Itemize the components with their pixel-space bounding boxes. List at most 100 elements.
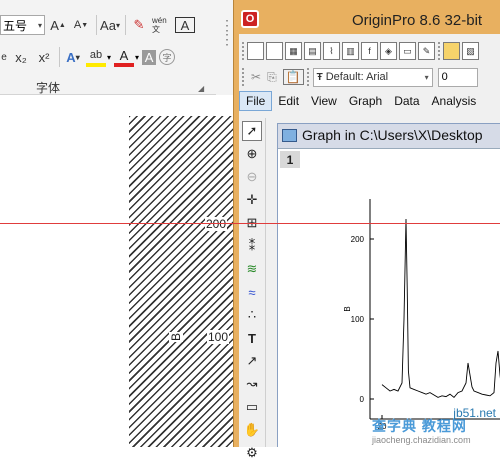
graph-titlebar[interactable]: Graph in C:\Users\X\Desktop <box>278 124 500 146</box>
superscript-label: x² <box>38 49 50 65</box>
new-workbook-icon[interactable]: ▦ <box>285 42 302 60</box>
new-folder-icon[interactable] <box>266 42 283 60</box>
toolbar-gripper[interactable] <box>242 68 245 86</box>
graph-window[interactable]: Graph in C:\Users\X\Desktop 1 0 100 200 20 B <box>277 123 500 448</box>
menu-view[interactable]: View <box>305 92 343 110</box>
new-layout-icon[interactable]: ▭ <box>399 42 416 60</box>
font-color-label: A <box>119 47 129 63</box>
dialog-launcher-icon[interactable]: ◢ <box>198 84 204 93</box>
menu-graph[interactable]: Graph <box>343 92 388 110</box>
menu-data[interactable]: Data <box>388 92 425 110</box>
character-shading-label: A <box>144 49 154 65</box>
font-size-combobox[interactable]: 0 <box>437 67 478 87</box>
origin-logo-icon: O <box>241 10 259 28</box>
graph-page[interactable]: 1 0 100 200 20 B <box>278 148 500 448</box>
font-size-dropdown[interactable]: 五号 ▾ <box>0 15 45 35</box>
shrink-font-button[interactable]: A ▼ <box>71 15 91 35</box>
ribbon-separator <box>216 0 233 95</box>
chevron-down-icon[interactable]: ▾ <box>107 53 111 62</box>
toolbar-gripper[interactable] <box>438 42 441 60</box>
paragraph-group-gripper: ⋮ ⋮ <box>220 17 234 47</box>
text-effect-button[interactable]: A ▾ <box>63 47 83 67</box>
divider <box>125 15 126 35</box>
phonetic-guide-button[interactable]: wén 文 <box>152 15 172 35</box>
scale-icon[interactable]: ⚙ <box>242 443 262 463</box>
toolbar-gripper[interactable] <box>306 68 310 86</box>
new-matrix-icon[interactable]: ▥ <box>342 42 359 60</box>
change-case-button[interactable]: Aa ▾ <box>100 15 120 35</box>
copy-icon[interactable]: ⎘ <box>267 70 277 85</box>
tools-toolbar: ➚ ⊕ ⊖ ✛ ⊞ ⁑ ≋ ≈ ∴ T ↗ ↝ ▭ ✋ ⚙ <box>239 118 266 460</box>
shrink-font-label: A <box>73 19 82 31</box>
new-function-icon[interactable]: f <box>361 42 378 60</box>
font-name-value: Default: Arial <box>325 71 389 83</box>
character-shading-button[interactable]: A <box>142 49 157 65</box>
new-notes-icon[interactable]: ✎ <box>418 42 435 60</box>
chevron-down-icon: ▾ <box>37 20 42 30</box>
y-tick-label: 100 <box>351 315 365 324</box>
font-name-combobox[interactable]: Ŧ Default: Arial ▾ <box>312 67 433 87</box>
open-template-icon[interactable]: ▧ <box>462 42 479 60</box>
region-of-interest-icon[interactable]: ∴ <box>242 305 262 325</box>
clear-formatting-button[interactable]: ✎ <box>129 15 149 35</box>
pasted-tick-label-100: 100 <box>207 330 230 344</box>
subscript-button[interactable]: x₂ <box>11 47 31 67</box>
change-case-label: Aa <box>100 17 116 33</box>
standard-toolbar: ▦ ▤ ⌇ ▥ f ◈ ▭ ✎ ▧ <box>239 37 500 65</box>
text-tool-icon[interactable]: T <box>242 328 262 348</box>
zoom-out-icon[interactable]: ⊖ <box>242 167 262 187</box>
cut-icon[interactable]: ✂ <box>251 70 261 84</box>
grow-font-label: A <box>50 17 59 33</box>
chevron-down-icon: ▾ <box>424 72 429 82</box>
highlight-button[interactable]: ab <box>86 47 106 67</box>
character-border-label: A <box>180 17 190 33</box>
arrow-tool-icon[interactable]: ↗ <box>242 351 262 371</box>
y-axis-label: B <box>343 306 352 311</box>
data-reader-icon[interactable]: ⁑ <box>242 236 262 256</box>
divider <box>59 47 60 67</box>
curved-arrow-icon[interactable]: ↝ <box>242 374 262 394</box>
font-size-value: 0 <box>441 71 448 83</box>
chevron-down-icon[interactable]: ▾ <box>135 53 139 62</box>
character-border-button[interactable]: A <box>175 17 195 33</box>
origin-menubar: File Edit View Graph Data Analysis <box>239 91 500 111</box>
superscript-button[interactable]: x² <box>34 47 54 67</box>
phonetic-guide-label: wén 文 <box>152 16 167 34</box>
mask-icon[interactable]: ≈ <box>242 282 262 302</box>
open-icon[interactable] <box>443 42 460 60</box>
toolbar-gripper[interactable] <box>242 42 245 60</box>
divider <box>96 15 97 35</box>
new-project-icon[interactable] <box>247 42 264 60</box>
text-effect-label: A <box>66 49 76 65</box>
font-group-label: 字体 <box>36 81 61 95</box>
grow-font-button[interactable]: A ▲ <box>48 15 68 35</box>
plot-area[interactable]: 010020020B <box>278 149 500 449</box>
screen-reader-icon[interactable]: ✛ <box>242 190 262 210</box>
strikethrough-partial[interactable]: e <box>0 47 8 67</box>
y-tick-label: 200 <box>351 235 365 244</box>
new-3d-graph-icon[interactable]: ◈ <box>380 42 397 60</box>
pointer-icon[interactable]: ➚ <box>242 121 262 141</box>
font-color-button[interactable]: A <box>114 47 135 67</box>
zoom-in-icon[interactable]: ⊕ <box>242 144 262 164</box>
word-ribbon: 五号 ▾ A ▲ A ▼ Aa ▾ ✎ wén 文 A e x₂ x² A ▾ ab ▾… <box>0 0 234 95</box>
graph-window-title: Graph in C:\Users\X\Desktop <box>302 127 483 143</box>
highlight-label: ab <box>89 49 103 61</box>
menu-analysis[interactable]: Analysis <box>426 92 483 110</box>
data-series-line <box>381 218 500 399</box>
rectangle-icon[interactable]: ▭ <box>242 397 262 417</box>
enclose-characters-button[interactable]: 字 <box>159 49 176 65</box>
pan-hand-icon[interactable]: ✋ <box>242 420 262 440</box>
subscript-label: x₂ <box>15 49 27 65</box>
origin-window-title: OriginPro 8.6 32-bit <box>352 12 483 29</box>
menu-file[interactable]: File <box>239 91 273 111</box>
word-document-page[interactable]: 200 100 B <box>0 96 233 447</box>
new-graph-icon[interactable]: ⌇ <box>323 42 340 60</box>
hatched-image[interactable] <box>129 116 233 447</box>
draw-data-icon[interactable]: ≋ <box>242 259 262 279</box>
new-excel-icon[interactable]: ▤ <box>304 42 321 60</box>
font-row-2: e x₂ x² A ▾ ab ▾ A ▾ A 字 <box>0 45 176 69</box>
truetype-icon: Ŧ <box>316 71 323 83</box>
menu-edit[interactable]: Edit <box>272 92 305 110</box>
paste-icon[interactable]: 📋 <box>282 69 304 85</box>
